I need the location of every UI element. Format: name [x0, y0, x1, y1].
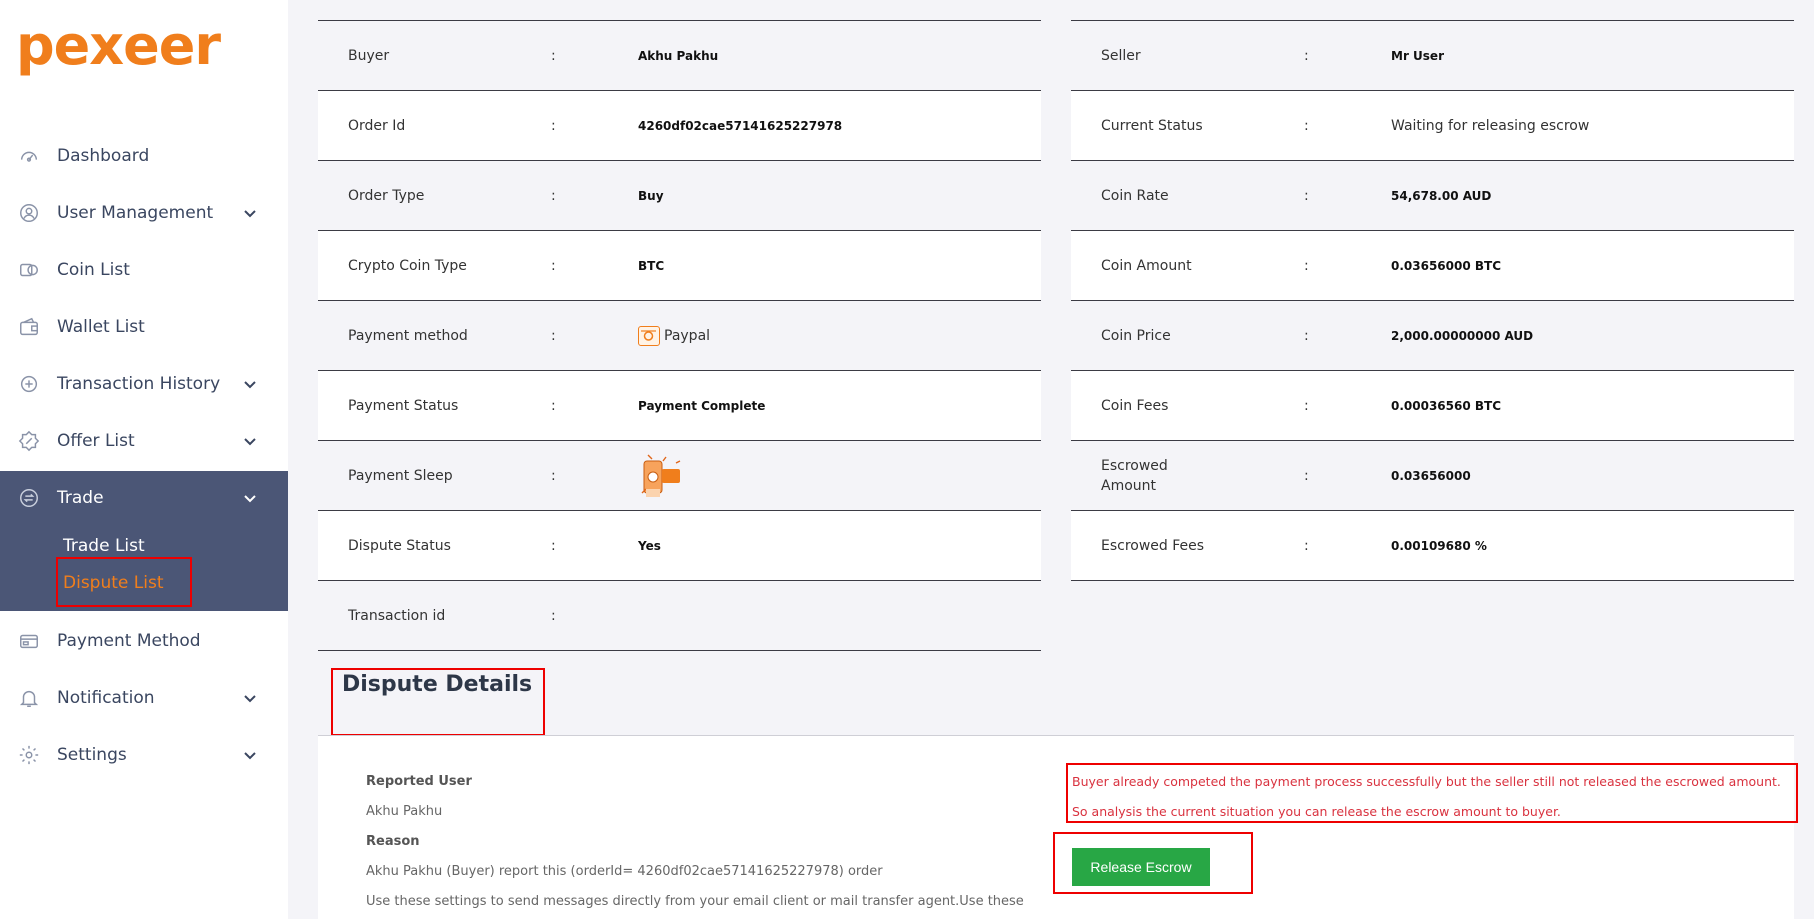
table-row: Payment method : Paypal — [318, 301, 1041, 371]
sidebar-item-label: Dashboard — [57, 146, 150, 166]
coin-fees-value: 0.00036560 BTC — [1391, 398, 1502, 413]
paypal-icon — [638, 325, 660, 346]
table-row: Order Id : 4260df02cae57141625227978 — [318, 91, 1041, 161]
sidebar-item-settings[interactable]: Settings — [0, 732, 288, 778]
order-details-right: Seller : Mr User Current Status : Waitin… — [1071, 21, 1794, 601]
sidebar-item-label: User Management — [57, 203, 214, 223]
highlight-box — [331, 668, 545, 736]
current-status-value: Waiting for releasing escrow — [1391, 117, 1590, 134]
payment-method-value: Paypal — [638, 325, 710, 346]
payment-icon — [17, 629, 41, 653]
dispute-status-value: Yes — [638, 538, 661, 553]
coins-icon — [17, 258, 41, 282]
escrowed-fees-value: 0.00109680 % — [1391, 538, 1487, 553]
reason-text: Use these settings to send messages dire… — [366, 894, 1024, 909]
table-row: Coin Price : 2,000.00000000 AUD — [1071, 301, 1794, 371]
offer-tag-icon — [17, 429, 41, 453]
transaction-icon — [17, 372, 41, 396]
sidebar-item-trade[interactable]: Trade — [0, 475, 288, 521]
sidebar-item-coin-list[interactable]: Coin List — [0, 247, 288, 293]
buyer-value: Akhu Pakhu — [638, 48, 719, 63]
coin-rate-value: 54,678.00 AUD — [1391, 188, 1492, 203]
chevron-down-icon — [241, 432, 259, 450]
coin-type-value: BTC — [638, 258, 665, 273]
payment-slip-image[interactable] — [636, 449, 686, 501]
chevron-down-icon — [241, 689, 259, 707]
table-row: Payment Status : Payment Complete — [318, 371, 1041, 441]
sidebar-item-notification[interactable]: Notification — [0, 675, 288, 721]
reason-text: Akhu Pakhu (Buyer) report this (orderId=… — [366, 864, 883, 879]
sidebar-item-dashboard[interactable]: Dashboard — [0, 133, 288, 179]
sidebar-item-label: Transaction History — [57, 374, 221, 394]
sidebar-subitem-trade-list[interactable]: Trade List — [63, 536, 145, 556]
table-row: Order Type : Buy — [318, 161, 1041, 231]
table-row: Coin Amount : 0.03656000 BTC — [1071, 231, 1794, 301]
sidebar: pexeer Dashboard User Management Coin Li… — [0, 0, 288, 919]
sidebar-item-label: Payment Method — [57, 631, 201, 651]
table-row: Transaction id : — [318, 581, 1041, 651]
sidebar-item-label: Notification — [57, 688, 155, 708]
speedometer-icon — [17, 144, 41, 168]
sidebar-item-user-management[interactable]: User Management — [0, 190, 288, 236]
table-row: Dispute Status : Yes — [318, 511, 1041, 581]
sidebar-item-transaction-history[interactable]: Transaction History — [0, 361, 288, 407]
reason-label: Reason — [366, 834, 420, 849]
order-details-left: Buyer : Akhu Pakhu Order Id : 4260df02ca… — [318, 21, 1041, 671]
table-row: Crypto Coin Type : BTC — [318, 231, 1041, 301]
highlight-box — [56, 557, 192, 607]
chevron-down-icon — [241, 746, 259, 764]
sidebar-item-label: Settings — [57, 745, 127, 765]
sidebar-item-label: Trade — [57, 488, 104, 508]
sidebar-item-wallet-list[interactable]: Wallet List — [0, 304, 288, 350]
table-row: Seller : Mr User — [1071, 21, 1794, 91]
reported-user-label: Reported User — [366, 774, 472, 789]
reported-user-value: Akhu Pakhu — [366, 804, 443, 819]
highlight-box — [1066, 763, 1798, 823]
highlight-box — [1053, 832, 1253, 894]
table-row: Buyer : Akhu Pakhu — [318, 21, 1041, 91]
table-row: Payment Sleep : — [318, 441, 1041, 511]
chevron-down-icon — [241, 375, 259, 393]
sidebar-item-label: Wallet List — [57, 317, 145, 337]
order-type-value: Buy — [638, 188, 664, 203]
coin-price-value: 2,000.00000000 AUD — [1391, 328, 1534, 343]
sidebar-item-payment-method[interactable]: Payment Method — [0, 618, 288, 664]
gear-icon — [17, 743, 41, 767]
sidebar-item-label: Coin List — [57, 260, 130, 280]
user-circle-icon — [17, 201, 41, 225]
wallet-icon — [17, 315, 41, 339]
payment-status-value: Payment Complete — [638, 398, 766, 413]
table-row: Current Status : Waiting for releasing e… — [1071, 91, 1794, 161]
chevron-down-icon — [241, 204, 259, 222]
brand-logo[interactable]: pexeer — [16, 14, 221, 77]
table-row: Escrowed Fees : 0.00109680 % — [1071, 511, 1794, 581]
coin-amount-value: 0.03656000 BTC — [1391, 258, 1502, 273]
sidebar-item-offer-list[interactable]: Offer List — [0, 418, 288, 464]
bell-icon — [17, 686, 41, 710]
seller-value: Mr User — [1391, 48, 1444, 63]
exchange-icon — [17, 486, 41, 510]
escrowed-amount-value: 0.03656000 — [1391, 468, 1471, 483]
chevron-down-icon — [241, 489, 259, 507]
table-row: Coin Fees : 0.00036560 BTC — [1071, 371, 1794, 441]
table-row: Escrowed Amount : 0.03656000 — [1071, 441, 1794, 511]
order-id-value: 4260df02cae57141625227978 — [638, 118, 843, 133]
sidebar-item-label: Offer List — [57, 431, 135, 451]
table-row: Coin Rate : 54,678.00 AUD — [1071, 161, 1794, 231]
